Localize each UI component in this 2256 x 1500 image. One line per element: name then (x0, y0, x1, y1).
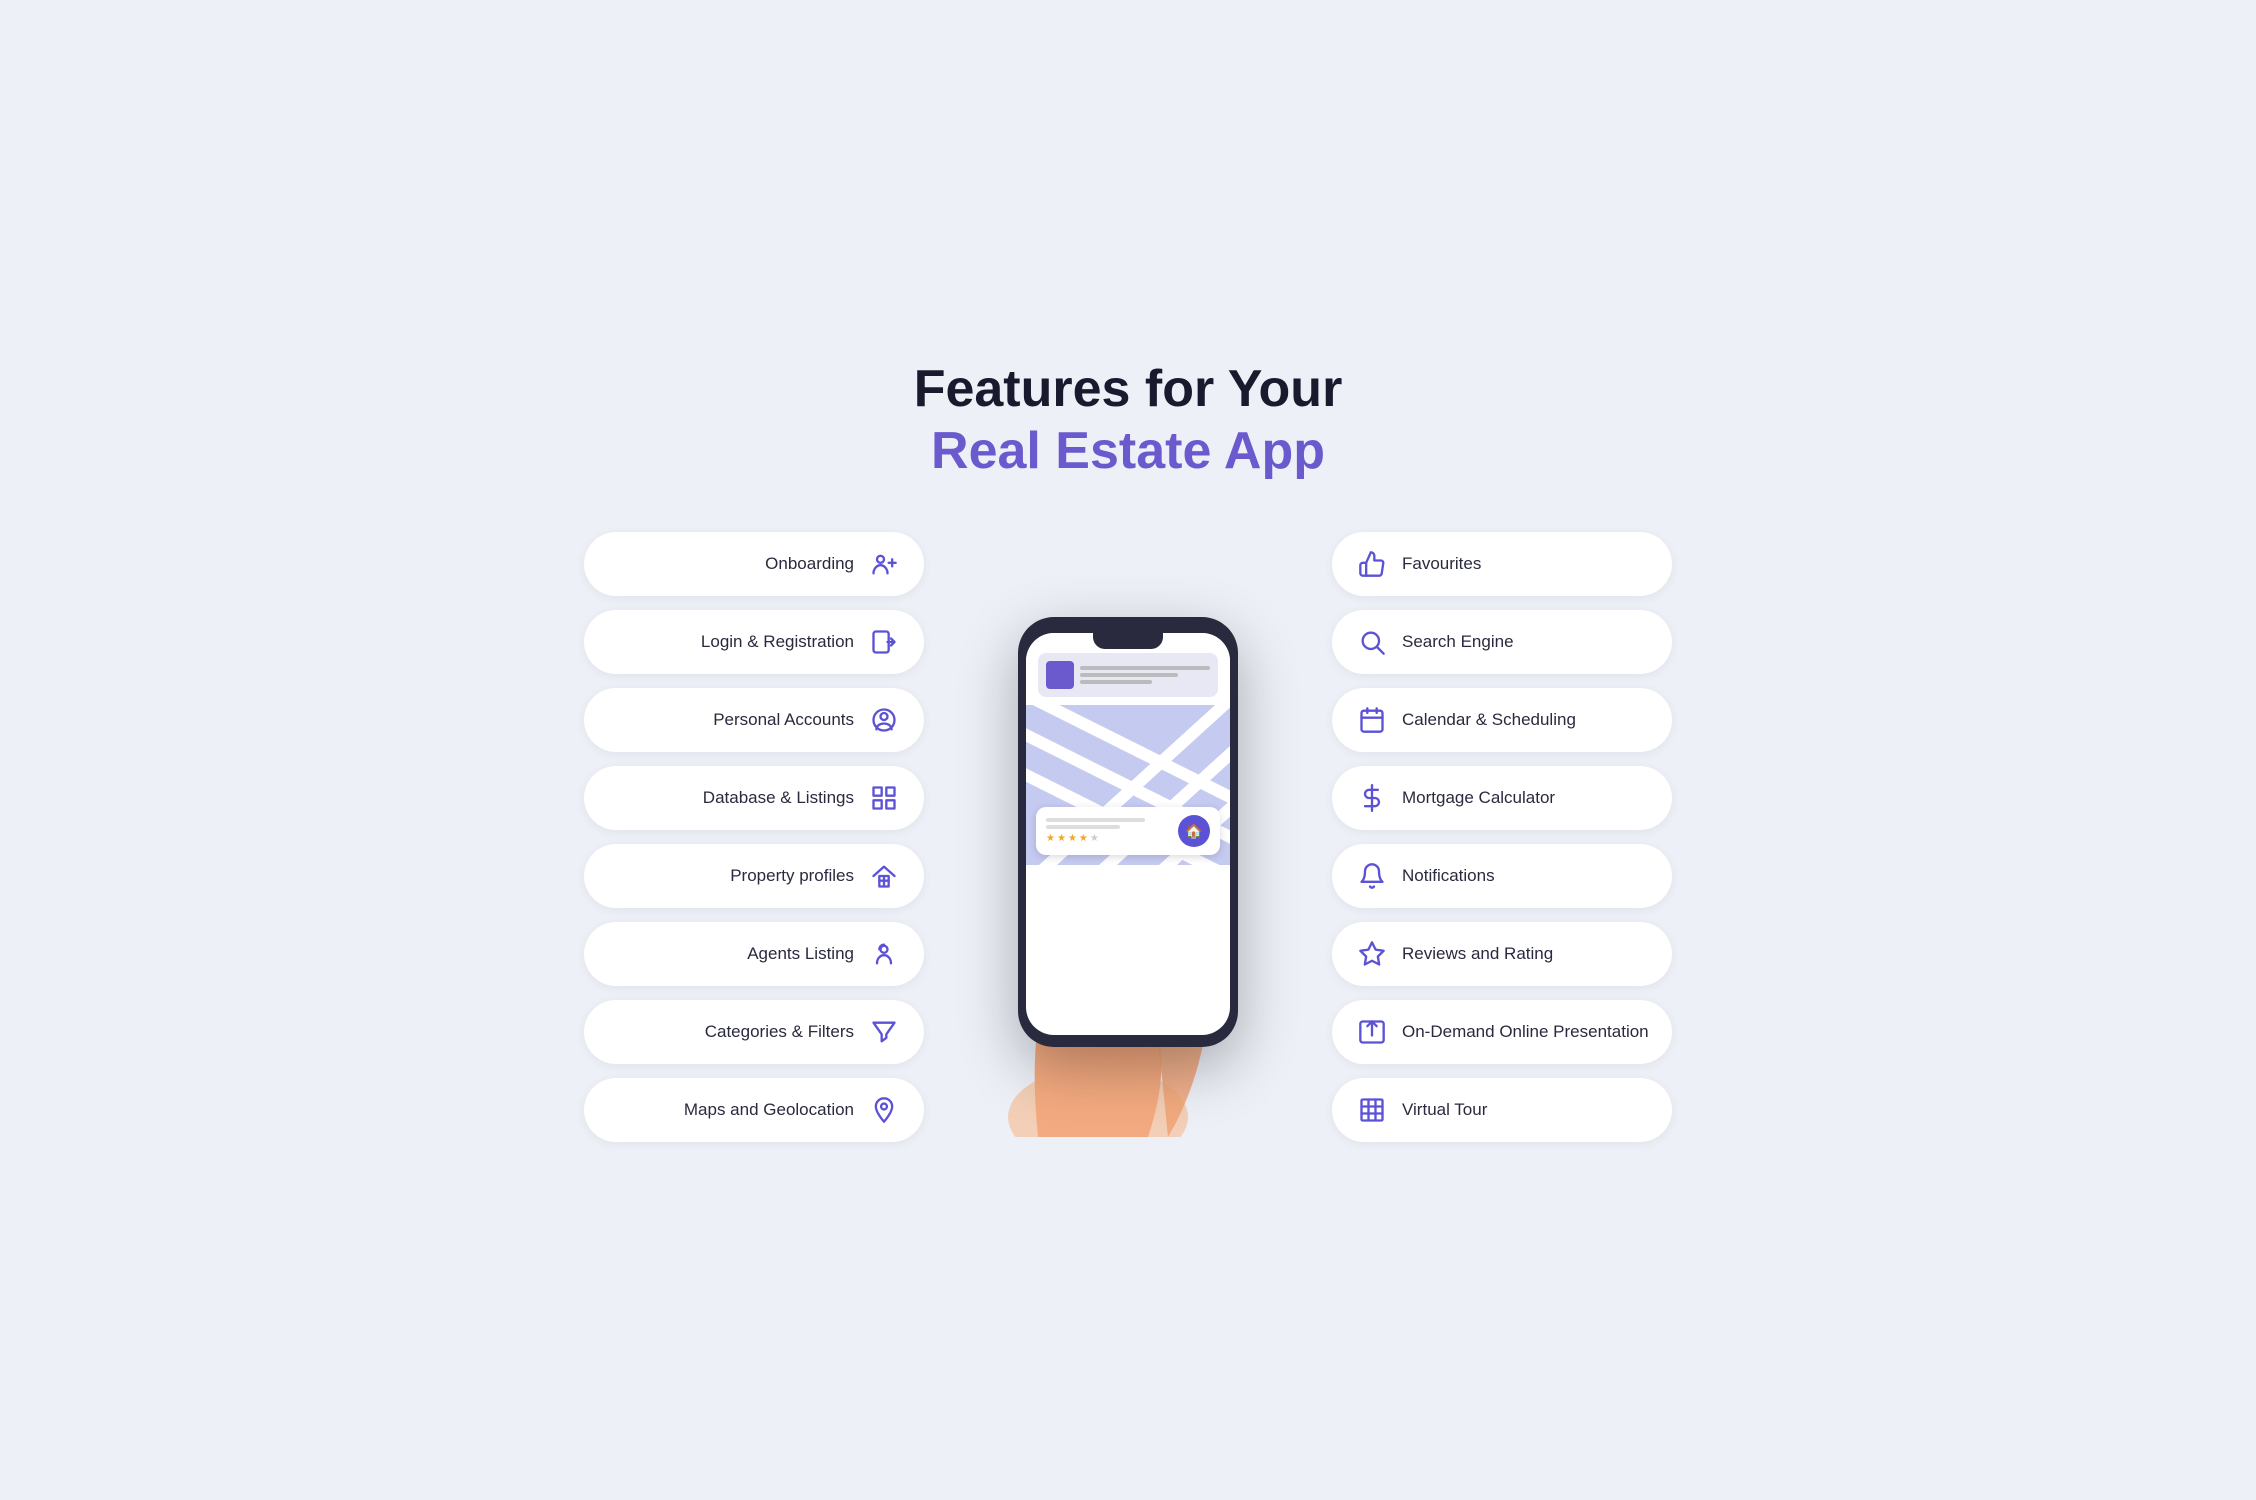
property-profiles-label: Property profiles (606, 866, 854, 886)
reviews-rating-label: Reviews and Rating (1402, 944, 1650, 964)
map-card-content: ★ ★ ★ ★ ★ (1046, 818, 1170, 844)
star-3: ★ (1068, 833, 1077, 844)
star-5: ★ (1090, 833, 1099, 844)
star-1: ★ (1046, 833, 1055, 844)
virtual-tour-label: Virtual Tour (1402, 1100, 1650, 1120)
card-line-2 (1046, 825, 1120, 829)
listing-line-2 (1080, 673, 1178, 677)
feature-agents-listing[interactable]: Agents Listing (584, 922, 924, 986)
mortgage-calculator-label: Mortgage Calculator (1402, 788, 1650, 808)
listing-lines (1080, 666, 1210, 684)
feature-property-profiles[interactable]: Property profiles (584, 844, 924, 908)
bell-icon (1354, 858, 1390, 894)
right-features-column: Favourites Search Engine Calendar & Sche… (1332, 532, 1672, 1142)
calendar-icon (1354, 702, 1390, 738)
phone-map: ★ ★ ★ ★ ★ 🏠 (1026, 705, 1230, 865)
listing-card (1038, 653, 1218, 697)
feature-personal-accounts[interactable]: Personal Accounts (584, 688, 924, 752)
database-listings-label: Database & Listings (606, 788, 854, 808)
dollar-icon (1354, 780, 1390, 816)
feature-reviews-rating[interactable]: Reviews and Rating (1332, 922, 1672, 986)
grid-icon (866, 780, 902, 816)
page-header: Features for Your Real Estate App (584, 358, 1672, 483)
title-line2: Real Estate App (584, 420, 1672, 482)
title-line1: Features for Your (584, 358, 1672, 420)
feature-notifications[interactable]: Notifications (1332, 844, 1672, 908)
map-pin-icon (866, 1092, 902, 1128)
star-2: ★ (1057, 833, 1066, 844)
card-line-1 (1046, 818, 1145, 822)
star-4: ★ (1079, 833, 1088, 844)
feature-database-listings[interactable]: Database & Listings (584, 766, 924, 830)
stars-row: ★ ★ ★ ★ ★ (1046, 833, 1170, 844)
agent-icon (866, 936, 902, 972)
feature-calendar-scheduling[interactable]: Calendar & Scheduling (1332, 688, 1672, 752)
map-info-card: ★ ★ ★ ★ ★ 🏠 (1036, 807, 1220, 855)
categories-filters-label: Categories & Filters (606, 1022, 854, 1042)
phone-wrapper: ★ ★ ★ ★ ★ 🏠 (1018, 617, 1238, 1057)
feature-search-engine[interactable]: Search Engine (1332, 610, 1672, 674)
on-demand-presentation-label: On-Demand Online Presentation (1402, 1022, 1650, 1042)
listing-line-1 (1080, 666, 1210, 670)
feature-maps-geolocation[interactable]: Maps and Geolocation (584, 1078, 924, 1142)
upload-box-icon (1354, 1014, 1390, 1050)
calendar-scheduling-label: Calendar & Scheduling (1402, 710, 1650, 730)
building-icon (1354, 1092, 1390, 1128)
search-engine-label: Search Engine (1402, 632, 1650, 652)
notifications-label: Notifications (1402, 866, 1650, 886)
personal-accounts-label: Personal Accounts (606, 710, 854, 730)
page-container: Features for Your Real Estate App Onboar… (564, 318, 1692, 1183)
thumbs-up-icon (1354, 546, 1390, 582)
phone-illustration: ★ ★ ★ ★ ★ 🏠 (968, 617, 1288, 1057)
onboarding-label: Onboarding (606, 554, 854, 574)
listing-thumbnail (1046, 661, 1074, 689)
home-icon: 🏠 (1178, 815, 1210, 847)
phone-notch (1093, 633, 1163, 649)
agents-listing-label: Agents Listing (606, 944, 854, 964)
user-plus-icon (866, 546, 902, 582)
feature-mortgage-calculator[interactable]: Mortgage Calculator (1332, 766, 1672, 830)
page-title: Features for Your Real Estate App (584, 358, 1672, 483)
listing-line-3 (1080, 680, 1152, 684)
feature-on-demand-presentation[interactable]: On-Demand Online Presentation (1332, 1000, 1672, 1064)
left-features-column: Onboarding Login & Registration Personal… (584, 532, 924, 1142)
login-registration-label: Login & Registration (606, 632, 854, 652)
feature-login-registration[interactable]: Login & Registration (584, 610, 924, 674)
feature-categories-filters[interactable]: Categories & Filters (584, 1000, 924, 1064)
star-icon (1354, 936, 1390, 972)
feature-virtual-tour[interactable]: Virtual Tour (1332, 1078, 1672, 1142)
filter-icon (866, 1014, 902, 1050)
feature-onboarding[interactable]: Onboarding (584, 532, 924, 596)
home-grid-icon (866, 858, 902, 894)
favourites-label: Favourites (1402, 554, 1650, 574)
feature-favourites[interactable]: Favourites (1332, 532, 1672, 596)
phone-body: ★ ★ ★ ★ ★ 🏠 (1018, 617, 1238, 1047)
maps-geolocation-label: Maps and Geolocation (606, 1100, 854, 1120)
search-icon (1354, 624, 1390, 660)
main-layout: Onboarding Login & Registration Personal… (584, 532, 1672, 1142)
phone-screen: ★ ★ ★ ★ ★ 🏠 (1026, 633, 1230, 1035)
user-circle-icon (866, 702, 902, 738)
login-icon (866, 624, 902, 660)
